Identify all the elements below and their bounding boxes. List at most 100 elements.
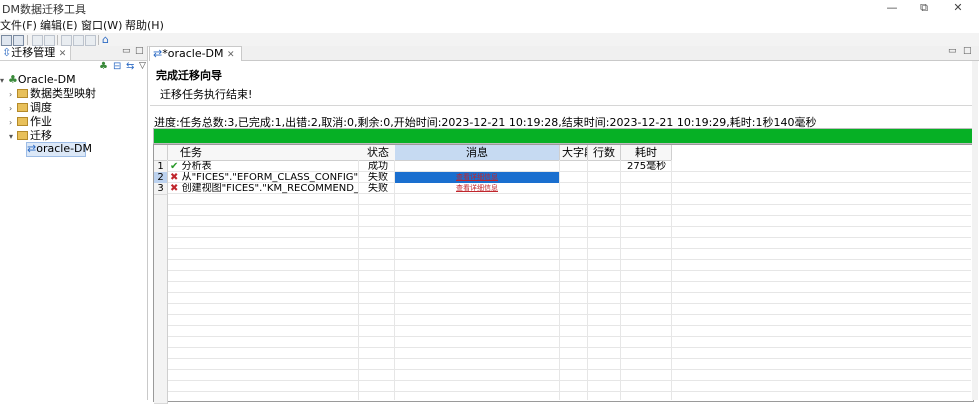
link-editor-icon[interactable]: ⇆ bbox=[126, 61, 134, 72]
collapse-all-icon[interactable]: ⊟ bbox=[113, 61, 121, 72]
toolbar bbox=[0, 33, 979, 47]
column-header-rows[interactable]: 行数 bbox=[588, 145, 621, 161]
error-x-icon: ✖ bbox=[170, 172, 179, 183]
oracle-connection-icon: ♣ bbox=[8, 73, 18, 86]
expand-arrow-icon[interactable]: ▾ bbox=[9, 130, 17, 143]
wizard-title: 完成迁移向导 bbox=[156, 69, 222, 82]
grid-line bbox=[154, 336, 971, 337]
grid-line bbox=[394, 160, 395, 400]
table-row[interactable]: ✖ 从"FICES"."EFORM_CLASS_CONFIG"迁移到 bbox=[170, 172, 358, 183]
minimize-button[interactable]: — bbox=[876, 0, 908, 16]
wizard-message: 迁移任务执行结束! bbox=[160, 88, 253, 101]
error-x-icon: ✖ bbox=[170, 183, 179, 194]
paste-icon[interactable] bbox=[73, 35, 84, 46]
grid-line bbox=[154, 303, 971, 304]
home-icon[interactable]: ⌂ bbox=[102, 33, 109, 46]
grid-line bbox=[154, 391, 971, 392]
grid-line bbox=[154, 325, 971, 326]
grid-line bbox=[154, 215, 971, 216]
row-number: 3 bbox=[154, 183, 168, 195]
folder-icon bbox=[17, 117, 28, 126]
tab-oracle-dm-editor[interactable]: ⇄*oracle-DM ✕ bbox=[149, 46, 242, 61]
open-folder-icon bbox=[17, 131, 28, 140]
grid-line bbox=[154, 259, 971, 260]
grid-line bbox=[358, 160, 359, 400]
table-row[interactable]: ✖ 创建视图"FICES"."KM_RECOMMEND_V" bbox=[170, 183, 358, 194]
tree-item-migration[interactable]: ▾ 迁移 bbox=[9, 129, 52, 143]
menu-help[interactable]: 帮助(H) bbox=[125, 17, 164, 33]
grid-line bbox=[154, 204, 971, 205]
row-number-empty bbox=[154, 392, 168, 404]
grid-line bbox=[154, 347, 971, 348]
tree-view-icon: ⇳ bbox=[2, 46, 12, 59]
panel-minimize-icon[interactable]: ▭ bbox=[122, 46, 131, 56]
task-status: 失败 bbox=[368, 172, 388, 183]
menu-file[interactable]: 文件(F) bbox=[0, 17, 37, 33]
expand-arrow-icon[interactable]: › bbox=[9, 88, 17, 101]
column-header-message[interactable]: 消息 bbox=[395, 145, 560, 161]
save-icon[interactable] bbox=[1, 35, 12, 46]
toolbar-separator bbox=[27, 35, 28, 45]
task-name: 从"FICES"."EFORM_CLASS_CONFIG"迁移到 bbox=[181, 172, 358, 183]
progress-bar-fill bbox=[154, 129, 972, 143]
migration-task-icon: ⇄ bbox=[153, 47, 163, 60]
tree-item-oracle-dm-task[interactable]: ⇄oracle-DM bbox=[27, 142, 92, 155]
editor-maximize-icon[interactable]: □ bbox=[963, 46, 972, 56]
editor-tab-bar bbox=[149, 46, 979, 61]
task-status: 成功 bbox=[368, 161, 388, 172]
column-header-big-field[interactable]: 大字段 bbox=[560, 145, 588, 161]
tree-item-schedule[interactable]: › 调度 bbox=[9, 101, 52, 115]
grid-line bbox=[154, 380, 971, 381]
view-details-link[interactable]: 查看详细信息 bbox=[395, 183, 559, 194]
menu-edit[interactable]: 编辑(E) bbox=[40, 17, 78, 33]
grid-line bbox=[154, 358, 971, 359]
tab-migration-manager[interactable]: ⇳迁移管理 ✕ bbox=[0, 46, 72, 60]
copy-icon[interactable] bbox=[44, 35, 55, 46]
folder-icon bbox=[17, 89, 28, 98]
success-check-icon: ✔ bbox=[170, 161, 179, 172]
table-row[interactable]: ✔ 分析表 bbox=[170, 161, 358, 172]
grid-line bbox=[620, 160, 621, 400]
title-bar bbox=[0, 0, 979, 16]
delete-icon[interactable] bbox=[85, 35, 96, 46]
panel-maximize-icon[interactable]: □ bbox=[135, 46, 144, 56]
task-name: 分析表 bbox=[181, 161, 212, 172]
tab-close-icon[interactable]: ✕ bbox=[59, 49, 67, 59]
maximize-button[interactable]: ⧉ bbox=[908, 0, 940, 16]
grid-line bbox=[154, 226, 971, 227]
vertical-scrollbar[interactable] bbox=[972, 61, 978, 400]
left-panel-toolbar bbox=[0, 61, 147, 73]
undo-icon[interactable] bbox=[61, 35, 72, 46]
connect-icon[interactable]: ♣ bbox=[99, 61, 108, 72]
window-title: DM数据迁移工具 bbox=[2, 3, 86, 16]
grid-line bbox=[154, 270, 971, 271]
expand-arrow-icon[interactable]: › bbox=[9, 102, 17, 115]
close-button[interactable]: ✕ bbox=[942, 0, 974, 16]
view-details-link[interactable]: 查看详细信息 bbox=[395, 172, 559, 183]
cut-icon[interactable] bbox=[32, 35, 43, 46]
save-all-icon[interactable] bbox=[13, 35, 24, 46]
folder-icon bbox=[17, 103, 28, 112]
tree-item-oracle-dm-root[interactable]: ▾ ♣Oracle-DM bbox=[0, 73, 76, 87]
column-header-task[interactable]: 任务 bbox=[168, 145, 371, 161]
tab-close-icon[interactable]: ✕ bbox=[227, 50, 235, 60]
expand-arrow-icon[interactable]: › bbox=[9, 116, 17, 129]
column-header-time[interactable]: 耗时 bbox=[621, 145, 672, 161]
tree-item-jobs[interactable]: › 作业 bbox=[9, 115, 52, 129]
grid-line bbox=[154, 369, 971, 370]
view-menu-icon[interactable]: ▽ bbox=[139, 61, 146, 71]
migration-task-icon: ⇄ bbox=[27, 142, 37, 155]
tree-item-type-mapping[interactable]: › 数据类型映射 bbox=[9, 87, 96, 101]
expand-arrow-icon[interactable]: ▾ bbox=[0, 74, 8, 87]
grid-line bbox=[154, 314, 971, 315]
row-number-header bbox=[154, 145, 168, 161]
menu-window[interactable]: 窗口(W) bbox=[81, 17, 122, 33]
task-status: 失败 bbox=[368, 183, 388, 194]
grid-line bbox=[559, 160, 560, 400]
toolbar-separator bbox=[98, 35, 99, 45]
grid-line bbox=[154, 281, 971, 282]
grid-line bbox=[154, 292, 971, 293]
grid-line bbox=[154, 248, 971, 249]
editor-minimize-icon[interactable]: ▭ bbox=[948, 46, 957, 56]
task-name: 创建视图"FICES"."KM_RECOMMEND_V" bbox=[181, 183, 358, 194]
